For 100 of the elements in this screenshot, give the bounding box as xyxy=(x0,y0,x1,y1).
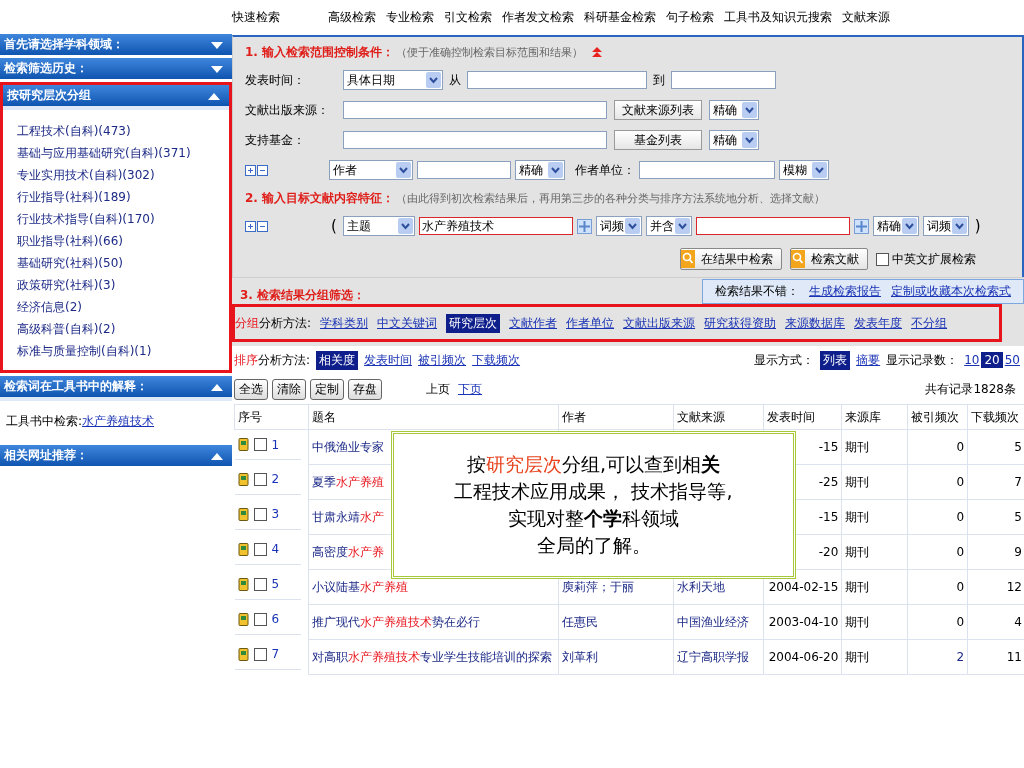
search-button[interactable]: 检索文献 xyxy=(790,248,868,270)
list-button[interactable]: 文献来源列表 xyxy=(614,100,702,120)
checkbox[interactable] xyxy=(253,647,267,661)
table-cell: 2004-06-20 xyxy=(768,650,839,664)
title-link[interactable]: 高密度水产养 xyxy=(312,545,384,559)
dropdown[interactable]: 作者 xyxy=(329,160,413,180)
sidebar-item[interactable]: 政策研究(社科)(3) xyxy=(17,274,229,296)
group-option[interactable]: 发表年度 xyxy=(854,314,903,332)
input-field[interactable] xyxy=(467,71,647,89)
author-link[interactable]: 刘革利 xyxy=(562,649,599,664)
section-title: 3. 检索结果分组筛选： xyxy=(240,287,366,304)
display-option[interactable]: 摘要 xyxy=(856,351,881,369)
report-link[interactable]: 定制或收藏本次检索式 xyxy=(891,283,1011,300)
dropdown[interactable]: 词频 xyxy=(595,216,642,236)
group-option[interactable]: 文献作者 xyxy=(509,314,558,332)
dropdown[interactable]: 精确 xyxy=(709,100,759,120)
group-option[interactable]: 作者单位 xyxy=(566,314,615,332)
nav-link[interactable]: 科研基金检索 xyxy=(584,9,656,26)
group-option[interactable]: 中文关键词 xyxy=(377,314,438,332)
count-option[interactable]: 10 xyxy=(964,353,980,367)
sidebar-item[interactable]: 标准与质量控制(自科)(1) xyxy=(17,340,229,362)
panel-header[interactable]: 相关网址推荐： xyxy=(0,445,232,466)
checkbox[interactable] xyxy=(253,472,267,486)
group-option[interactable]: 文献出版来源 xyxy=(623,314,696,332)
nav-link[interactable]: 句子检索 xyxy=(666,9,714,26)
sidebar-item[interactable]: 经济信息(2) xyxy=(17,296,229,318)
report-link[interactable]: 生成检索报告 xyxy=(809,283,881,300)
sort-option[interactable]: 下载频次 xyxy=(472,351,521,369)
group-option[interactable]: 研究获得资助 xyxy=(704,314,777,332)
sidebar-item[interactable]: 职业指导(社科)(66) xyxy=(17,230,229,252)
nav-link[interactable]: 引文检索 xyxy=(444,9,492,26)
checkbox[interactable] xyxy=(253,577,267,591)
table-cell: -20 xyxy=(818,545,839,559)
sort-option[interactable]: 相关度 xyxy=(316,350,359,370)
group-option[interactable]: 来源数据库 xyxy=(785,314,846,332)
caret-icon xyxy=(812,162,827,178)
panel-header[interactable]: 按研究层次分组 xyxy=(3,85,229,106)
panel-header[interactable]: 检索词在工具书中的解释： xyxy=(0,376,232,397)
toolbar-button[interactable]: 清除 xyxy=(272,378,306,400)
input-field[interactable] xyxy=(639,161,775,179)
input-field[interactable] xyxy=(695,217,850,235)
toolbar-button[interactable]: 定制 xyxy=(310,378,344,400)
table-cell: 5 xyxy=(1014,440,1022,454)
input-field[interactable] xyxy=(343,131,607,149)
group-option[interactable]: 学科类别 xyxy=(320,314,369,332)
nav-link[interactable]: 文献来源 xyxy=(842,9,890,26)
input-field[interactable] xyxy=(417,161,511,179)
checkbox[interactable]: 中英文扩展检索 xyxy=(876,250,976,268)
dropdown[interactable]: 精确 xyxy=(709,130,759,150)
dropdown[interactable]: 精确 xyxy=(515,160,565,180)
sidebar-item[interactable]: 基础与应用基础研究(自科)(371) xyxy=(17,142,229,164)
panel-header[interactable]: 检索筛选历史： xyxy=(0,58,232,79)
checkbox[interactable] xyxy=(253,612,267,626)
sidebar-item[interactable]: 行业技术指导(自科)(170) xyxy=(17,208,229,230)
sidebar-item[interactable]: 专业实用技术(自科)(302) xyxy=(17,164,229,186)
toolbar-button[interactable]: 全选 xyxy=(234,378,268,400)
sort-option[interactable]: 被引频次 xyxy=(418,351,467,369)
sort-option[interactable]: 发表时间 xyxy=(364,351,413,369)
checkbox[interactable] xyxy=(253,438,267,451)
dropdown[interactable]: 主题 xyxy=(342,216,415,236)
title-link[interactable]: 甘肃永靖水产 xyxy=(312,510,384,524)
nav-link[interactable]: 快速检索 xyxy=(232,9,280,26)
panel-header[interactable]: 首先请选择学科领域： xyxy=(0,34,232,55)
sidebar-item[interactable]: 基础研究(社科)(50) xyxy=(17,252,229,274)
search-button[interactable]: 在结果中检索 xyxy=(680,248,782,270)
group-option[interactable]: 不分组 xyxy=(911,314,948,332)
group-option[interactable]: 研究层次 xyxy=(446,313,501,333)
checkbox[interactable] xyxy=(253,542,267,556)
sidebar-item[interactable]: 行业指导(社科)(189) xyxy=(17,186,229,208)
input-field[interactable]: 水产养殖技术 xyxy=(418,217,573,235)
dropdown[interactable]: 并含 xyxy=(645,216,692,236)
sidebar-item[interactable]: 高级科普(自科)(2) xyxy=(17,318,229,340)
author-link[interactable]: 任惠民 xyxy=(562,614,599,629)
input-field[interactable] xyxy=(671,71,776,89)
count-option[interactable]: 50 xyxy=(1004,353,1020,367)
next-page-link[interactable]: 下页 xyxy=(458,380,482,398)
table-cell: 0 xyxy=(956,440,965,454)
caret-icon xyxy=(951,218,967,234)
nav-link[interactable]: 专业检索 xyxy=(386,9,434,26)
nav-link[interactable]: 高级检索 xyxy=(328,9,376,26)
caret-icon xyxy=(901,218,917,234)
dropdown[interactable]: 具体日期 xyxy=(343,70,443,90)
checkbox[interactable] xyxy=(253,507,267,521)
input-field[interactable] xyxy=(343,101,607,119)
column-header: 题名 xyxy=(308,404,559,430)
dropdown[interactable]: 词频 xyxy=(922,216,969,236)
title-link[interactable]: 中俄渔业专家 xyxy=(312,440,384,454)
citation-link[interactable]: 2 xyxy=(956,650,965,664)
nav-link[interactable]: 作者发文检索 xyxy=(502,9,574,26)
sidebar-item[interactable]: 工程技术(自科)(473) xyxy=(17,120,229,142)
count-option[interactable]: 20 xyxy=(981,352,1003,368)
lookup-link[interactable]: 水产养殖技术 xyxy=(82,413,155,430)
dropdown[interactable]: 精确 xyxy=(872,216,919,236)
nav-link[interactable]: 工具书及知识元搜索 xyxy=(724,9,832,26)
title-link[interactable]: 夏季水产养殖 xyxy=(312,475,384,489)
title-link[interactable]: 小议陆基水产养殖 xyxy=(312,580,408,594)
toolbar-button[interactable]: 存盘 xyxy=(348,378,382,400)
display-option[interactable]: 列表 xyxy=(820,350,851,370)
dropdown[interactable]: 模糊 xyxy=(779,160,829,180)
list-button[interactable]: 基金列表 xyxy=(614,130,702,150)
